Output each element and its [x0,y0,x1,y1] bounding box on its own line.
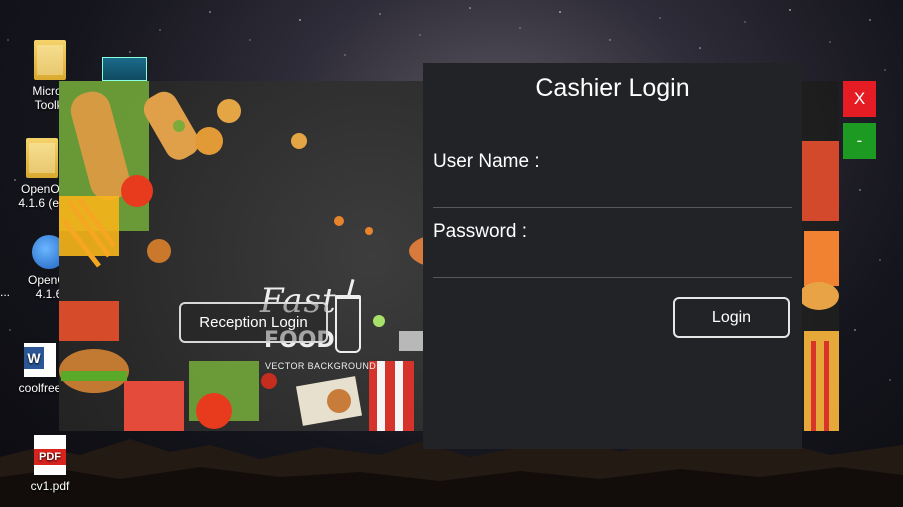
login-button[interactable]: Login [673,297,790,338]
login-title: Cashier Login [535,74,690,102]
username-input[interactable] [433,174,792,208]
truncated-icon-label: ... [0,285,11,299]
username-label: User Name : [433,151,540,172]
reception-login-button[interactable]: Reception Login [179,302,328,343]
pdf-icon: PDF [34,435,66,475]
password-input[interactable] [433,244,792,278]
close-button[interactable]: X [843,81,876,117]
minimize-button[interactable]: - [843,123,876,159]
word-document-icon: W [24,343,56,377]
desktop-icon-cv1-pdf[interactable]: PDF cv1.pdf [10,435,90,493]
logo-subtitle: VECTOR BACKGROUND [265,361,377,371]
cashier-login-panel: Cashier Login User Name : Password : Log… [423,63,802,449]
drink-cup-icon [335,295,361,353]
app-shortcut-icon[interactable] [102,57,147,81]
folder-icon [34,40,66,80]
password-label: Password : [433,221,527,242]
desktop-icon-label: cv1.pdf [30,479,70,493]
folder-icon [26,138,58,178]
